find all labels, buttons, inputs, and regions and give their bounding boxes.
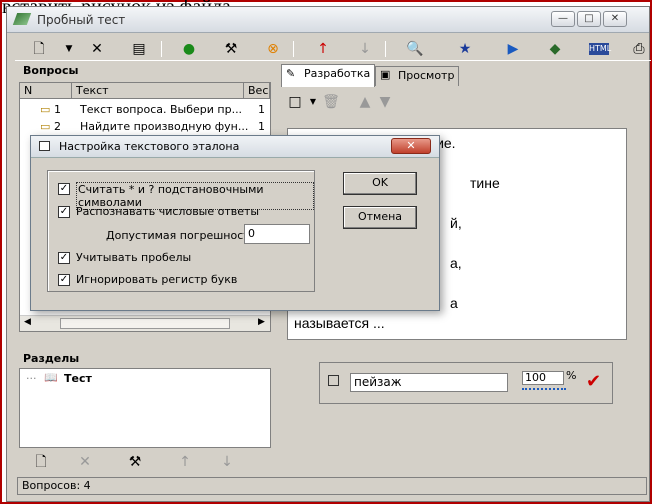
down-gray-icon[interactable]: ↓ <box>355 39 375 59</box>
wildcard-checkbox[interactable]: ✓ <box>58 183 70 195</box>
ok-button[interactable]: OK <box>343 172 417 195</box>
edit-icon: ✎ <box>286 67 296 80</box>
dialog-title: Настройка текстового эталона <box>59 140 240 153</box>
play-icon[interactable]: ▶ <box>503 39 523 59</box>
table-row[interactable]: ▭ 1 Текст вопроса. Выбери пр... 1 <box>20 101 270 118</box>
row-number: 2 <box>54 120 61 133</box>
up-icon[interactable]: ▲ <box>355 92 375 112</box>
down-icon[interactable]: ▼ <box>375 92 395 112</box>
scroll-right-icon[interactable]: ▶ <box>258 317 265 327</box>
dialog-title-bar: Настройка текстового эталона ✕ <box>31 136 439 158</box>
money-icon[interactable]: ● <box>179 39 199 59</box>
trash-icon[interactable]: 🗑 <box>321 92 341 112</box>
editor-toolbar: □ ▼ 🗑 ▲ ▼ <box>281 90 641 116</box>
scroll-thumb[interactable] <box>60 318 230 329</box>
delete-icon[interactable]: ✕ <box>87 39 107 59</box>
spaces-checkbox[interactable]: ✓ <box>58 252 70 264</box>
sections-toolbar: 🗋 ✕ ⚒ ↑ ↓ <box>19 452 271 476</box>
delete-section-icon[interactable]: ✕ <box>75 452 95 472</box>
tools-icon[interactable]: ⚒ <box>125 452 145 472</box>
case-label[interactable]: Игнорировать регистр букв <box>76 273 237 286</box>
numeric-label[interactable]: Распознавать числовые ответы <box>76 205 259 218</box>
move-down-icon[interactable]: ↓ <box>217 452 237 472</box>
row-text: Найдите производную фун... <box>80 120 249 133</box>
table-row[interactable]: ▭ 2 Найдите производную фун... 1 <box>20 118 270 135</box>
cancel-button[interactable]: Отмена <box>343 206 417 229</box>
scroll-left-icon[interactable]: ◀ <box>24 317 31 327</box>
numeric-checkbox[interactable]: ✓ <box>58 206 70 218</box>
preview-line: называется ... <box>294 315 385 331</box>
sections-heading: Разделы <box>23 352 80 365</box>
tab-preview[interactable]: ▣ Просмотр <box>375 66 460 86</box>
tree-line: ··· <box>26 372 37 385</box>
search-icon[interactable]: 🔍 <box>405 39 425 59</box>
book-icon: 📖 <box>44 371 58 384</box>
toolbar-separator <box>385 41 386 57</box>
properties-icon[interactable]: ▤ <box>129 39 149 59</box>
new-doc-icon[interactable]: 🗋 <box>29 39 49 59</box>
question-icon: ▭ <box>40 120 51 133</box>
spaces-label[interactable]: Учитывать пробелы <box>76 251 191 264</box>
window-title: Пробный тест <box>37 13 126 27</box>
tolerance-input[interactable]: 0 <box>244 224 310 244</box>
screenshot-frame: вставить рисунок из файла Пробный тест —… <box>0 0 652 504</box>
cancel-icon[interactable]: ⊗ <box>263 39 283 59</box>
status-bar: Вопросов: 4 <box>17 477 647 495</box>
row-number: 1 <box>54 103 61 116</box>
tolerance-label: Допустимая погрешность: <box>106 229 260 242</box>
up-red-icon[interactable]: ↑ <box>313 39 333 59</box>
answer-input[interactable]: пейзаж <box>350 373 508 392</box>
monitor-icon: ▣ <box>380 68 391 81</box>
row-weight: 1 <box>258 120 265 133</box>
title-bar: Пробный тест — □ ✕ <box>7 7 649 33</box>
dialog-close-button[interactable]: ✕ <box>391 138 431 154</box>
tab-label: Просмотр <box>398 69 455 82</box>
toolbar-separator <box>161 41 162 57</box>
print-icon[interactable]: ⎙ <box>629 39 649 59</box>
dropdown-icon[interactable]: ▼ <box>59 39 79 59</box>
dialog-icon <box>39 141 50 151</box>
new-section-icon[interactable]: 🗋 <box>31 452 51 472</box>
dropdown-icon[interactable]: ▼ <box>303 92 323 112</box>
question-icon: ▭ <box>40 103 51 116</box>
case-checkbox[interactable]: ✓ <box>58 274 70 286</box>
square-icon[interactable]: □ <box>285 92 305 112</box>
tab-development[interactable]: ✎ Разработка <box>281 64 376 87</box>
percent-sign: % <box>566 369 577 382</box>
checkmark-icon[interactable]: ✔ <box>586 371 601 392</box>
options-group: ✓ Считать * и ? подстановочными символам… <box>47 170 315 292</box>
text-standard-dialog: Настройка текстового эталона ✕ ✓ Считать… <box>30 135 440 311</box>
col-header-n[interactable]: N <box>20 83 72 99</box>
answer-row: пейзаж 100 % ✔ <box>319 362 613 404</box>
answer-select-checkbox[interactable] <box>328 375 339 386</box>
row-weight: 1 <box>258 103 265 116</box>
maximize-button[interactable]: □ <box>577 11 601 27</box>
close-button[interactable]: ✕ <box>603 11 627 27</box>
horizontal-scrollbar[interactable]: ◀ ▶ <box>20 315 270 331</box>
row-text: Текст вопроса. Выбери пр... <box>80 103 243 116</box>
star-icon[interactable]: ★ <box>455 39 475 59</box>
sections-tree[interactable]: ··· 📖 Тест <box>19 368 271 448</box>
book-icon[interactable]: ◆ <box>545 39 565 59</box>
percent-slider[interactable] <box>522 387 566 390</box>
toolbar: 🗋 ▼ ✕ ▤ ● ⚒ ⊗ ↑ ↓ 🔍 ★ ▶ ◆ HTML ⎙ <box>15 37 651 61</box>
percent-input[interactable]: 100 <box>522 371 564 385</box>
tab-label: Разработка <box>304 67 371 80</box>
tools-icon[interactable]: ⚒ <box>221 39 241 59</box>
toolbar-separator <box>293 41 294 57</box>
col-header-text[interactable]: Текст <box>72 83 244 99</box>
move-up-icon[interactable]: ↑ <box>175 452 195 472</box>
section-item[interactable]: Тест <box>64 372 92 385</box>
col-header-weight[interactable]: Вес <box>244 83 270 99</box>
app-icon <box>12 13 32 25</box>
html-icon[interactable]: HTML <box>589 43 611 55</box>
minimize-button[interactable]: — <box>551 11 575 27</box>
questions-heading: Вопросы <box>23 64 79 77</box>
